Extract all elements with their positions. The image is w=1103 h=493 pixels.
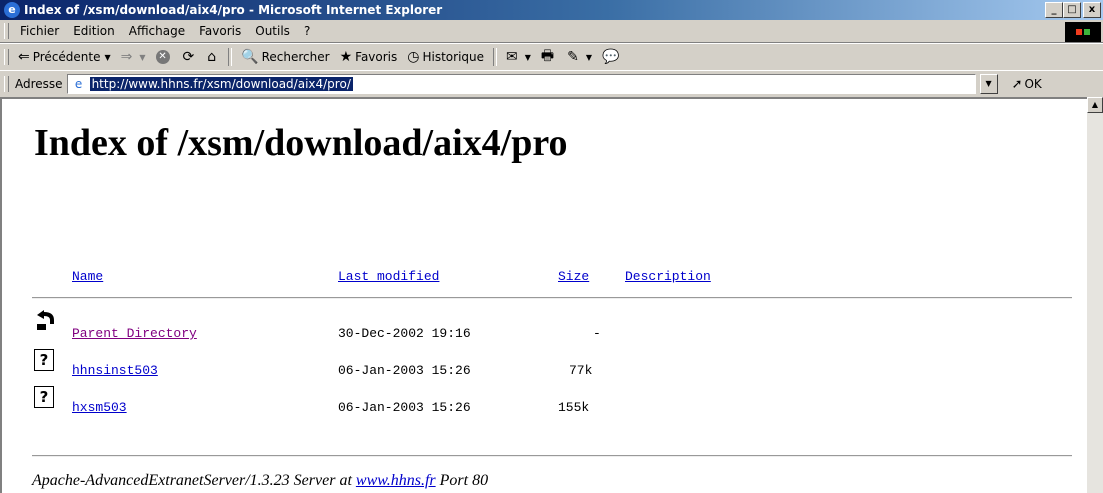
unknown-file-icon[interactable]: ?: [34, 386, 54, 408]
history-icon: ◷: [407, 49, 420, 65]
column-header-description[interactable]: Description: [625, 269, 711, 284]
back-arrow-icon: ⇐: [18, 49, 30, 65]
column-header-name[interactable]: Name: [72, 269, 103, 284]
go-button[interactable]: ➚ OK: [1012, 77, 1042, 92]
address-input[interactable]: e http://www.hhns.fr/xsm/download/aix4/p…: [66, 74, 976, 94]
standard-toolbar: ⇐ Précédente ▼ ⇒ ▼ ✕ ⟳ ⌂ 🔍 Rechercher ★ …: [0, 43, 1103, 71]
menu-help[interactable]: ?: [297, 24, 317, 38]
minimize-button[interactable]: _: [1045, 2, 1063, 18]
menu-favoris[interactable]: Favoris: [192, 24, 248, 38]
favorites-label: Favoris: [355, 50, 398, 64]
back-arrow-icon[interactable]: [34, 310, 54, 332]
favorites-button[interactable]: ★ Favoris: [335, 49, 403, 65]
close-button[interactable]: x: [1083, 2, 1101, 18]
print-button[interactable]: 🖶: [536, 45, 562, 69]
unknown-file-icon[interactable]: ?: [34, 349, 54, 371]
discuss-button[interactable]: 💬: [597, 49, 627, 65]
home-icon: ⌂: [207, 49, 217, 65]
window-controls: _ □ x: [1045, 2, 1101, 18]
title-bar[interactable]: e Index of /xsm/download/aix4/pro - Micr…: [0, 0, 1103, 20]
chevron-down-icon[interactable]: ▼: [586, 53, 592, 62]
address-label: Adresse: [15, 77, 63, 91]
mail-icon: ✉: [506, 49, 518, 65]
menu-edition[interactable]: Edition: [66, 24, 122, 38]
page-icon: e: [74, 77, 83, 91]
search-button[interactable]: 🔍 Rechercher: [236, 49, 334, 65]
ie-icon: e: [4, 2, 20, 18]
stop-icon: ✕: [155, 50, 170, 64]
history-button[interactable]: ◷ Historique: [402, 49, 489, 65]
vertical-scrollbar[interactable]: ▲: [1087, 97, 1103, 493]
browser-window: e Index of /xsm/download/aix4/pro - Micr…: [0, 0, 1103, 493]
forward-button[interactable]: ⇒ ▼: [116, 49, 151, 65]
row-modified: 06-Jan-2003 15:26: [338, 400, 471, 415]
maximize-button[interactable]: □: [1063, 2, 1081, 18]
chevron-down-icon[interactable]: ▼: [525, 53, 531, 62]
chevron-down-icon[interactable]: ▼: [139, 53, 145, 62]
menu-fichier[interactable]: Fichier: [13, 24, 66, 38]
menu-outils[interactable]: Outils: [248, 24, 297, 38]
windows-logo-icon: [1065, 22, 1101, 42]
row-size: 155k: [558, 400, 590, 415]
edit-button[interactable]: ✎ ▼: [562, 49, 597, 65]
search-label: Rechercher: [261, 50, 330, 64]
mail-button[interactable]: ✉ ▼: [501, 49, 536, 65]
history-label: Historique: [422, 50, 485, 64]
menu-bar: Fichier Edition Affichage Favoris Outils…: [0, 20, 1103, 43]
addressbar-grip[interactable]: [4, 76, 9, 92]
scroll-up-button[interactable]: ▲: [1087, 97, 1103, 113]
footer-divider: [32, 455, 1072, 457]
toolbar-separator: [228, 48, 233, 66]
window-title: Index of /xsm/download/aix4/pro - Micros…: [24, 3, 443, 17]
row-name-link[interactable]: hhnsinst503: [72, 363, 158, 378]
row-size: 77k: [569, 363, 593, 378]
go-arrow-icon: ➚: [1011, 76, 1023, 92]
toolbar-grip[interactable]: [4, 49, 9, 65]
stop-button[interactable]: ✕: [151, 50, 178, 64]
row-name-link[interactable]: hxsm503: [72, 400, 127, 415]
back-label: Précédente: [32, 50, 101, 64]
go-label: OK: [1024, 77, 1042, 91]
footer-suffix: Port 80: [435, 472, 489, 489]
page-title: Index of /xsm/download/aix4/pro: [34, 122, 568, 164]
search-icon: 🔍: [241, 49, 259, 65]
column-header-size[interactable]: Size: [558, 269, 589, 284]
home-button[interactable]: ⌂: [202, 49, 224, 65]
page-viewport: Index of /xsm/download/aix4/pro Name Las…: [0, 97, 1087, 493]
back-button[interactable]: ⇐ Précédente ▼: [13, 49, 116, 65]
toolbar-separator: [493, 48, 498, 66]
menu-affichage[interactable]: Affichage: [122, 24, 192, 38]
print-icon: 🖶: [540, 48, 555, 64]
refresh-icon: ⟳: [182, 49, 195, 65]
row-modified: 30-Dec-2002 19:16: [338, 326, 471, 341]
forward-arrow-icon: ⇒: [120, 49, 133, 65]
refresh-button[interactable]: ⟳: [178, 49, 203, 65]
column-header-last-modified[interactable]: Last modified: [338, 269, 439, 284]
server-signature: Apache-AdvancedExtranetServer/1.3.23 Ser…: [32, 472, 488, 490]
header-divider: [32, 297, 1072, 299]
edit-icon: ✎: [567, 49, 579, 65]
menubar-grip[interactable]: [4, 23, 9, 39]
server-host-link[interactable]: www.hhns.fr: [356, 472, 436, 489]
chevron-down-icon[interactable]: ▼: [105, 53, 111, 62]
footer-prefix: Apache-AdvancedExtranetServer/1.3.23 Ser…: [32, 472, 356, 489]
row-name-link[interactable]: Parent Directory: [72, 326, 197, 341]
discuss-icon: 💬: [602, 49, 620, 65]
row-size: -: [593, 326, 601, 341]
address-bar: Adresse e http://www.hhns.fr/xsm/downloa…: [0, 70, 1103, 97]
row-modified: 06-Jan-2003 15:26: [338, 363, 471, 378]
address-dropdown-button[interactable]: ▼: [979, 74, 998, 94]
favorites-icon: ★: [339, 49, 353, 65]
address-url[interactable]: http://www.hhns.fr/xsm/download/aix4/pro…: [89, 77, 353, 91]
